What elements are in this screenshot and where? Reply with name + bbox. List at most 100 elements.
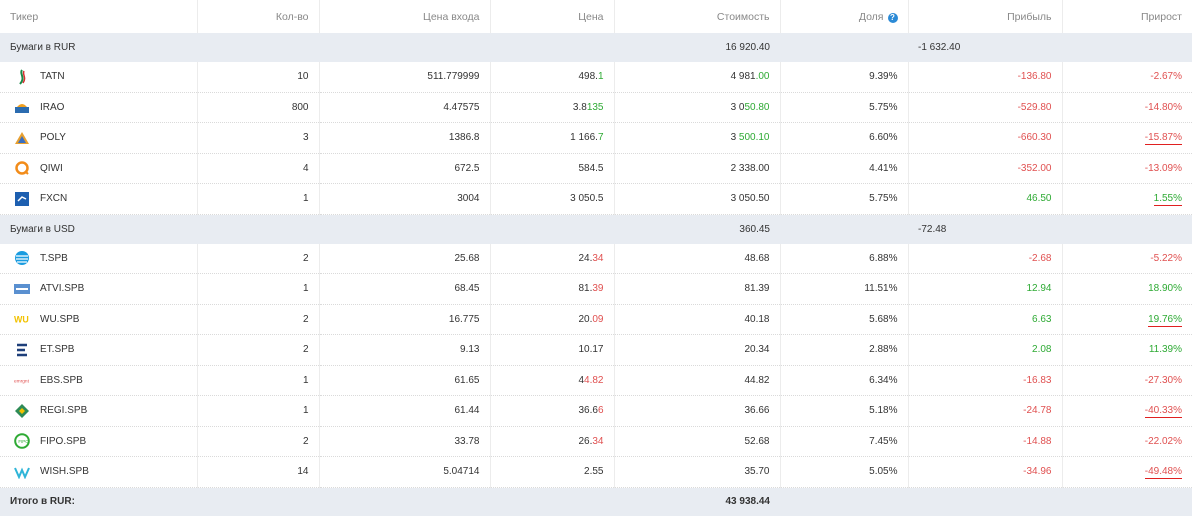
ticker-cell[interactable]: TATN xyxy=(0,62,198,93)
column-header-price[interactable]: Цена xyxy=(490,0,615,33)
column-header-profit[interactable]: Прибыль xyxy=(908,0,1063,33)
group-value: 360.45 xyxy=(614,214,780,244)
column-header-qty[interactable]: Кол-во xyxy=(197,0,320,33)
question-circle-icon[interactable]: ? xyxy=(887,12,898,23)
value-cell-main: 3 050.50 xyxy=(730,193,770,205)
polymetal-logo-icon xyxy=(14,130,30,146)
ticker-cell[interactable]: REGI.SPB xyxy=(0,395,198,427)
table-row[interactable]: emrgnt EBS.SPB 1 61.65 44.82 44.82 6.34% -16.83… xyxy=(0,365,1192,396)
price-cell: 81.39 xyxy=(490,273,615,305)
emergent-logo-icon: emrgnt xyxy=(14,372,30,388)
ticker-cell[interactable]: T.SPB xyxy=(0,243,198,274)
empty-cell xyxy=(319,214,490,244)
table-row[interactable]: FIPO FIPO.SPB 2 33.78 26.34 52.68 7.45% -14.88-… xyxy=(0,426,1192,457)
ticker-label[interactable]: EBS.SPB xyxy=(40,375,83,386)
table-row[interactable]: ATVI.SPB 1 68.45 81.39 81.39 11.51% 12.94 18.90… xyxy=(0,273,1192,305)
table-row[interactable]: T.SPB 2 25.68 24.34 48.68 6.88% -2.68 -5.22% xyxy=(0,243,1192,274)
column-header-entry-price[interactable]: Цена входа xyxy=(319,0,491,33)
value-cell: 4 981.00 xyxy=(614,62,781,93)
table-row[interactable]: ET.SPB 2 9.13 10.17 20.34 2.88% 2.08 11.39% xyxy=(0,334,1192,366)
profit-cell: -660.30 xyxy=(908,122,1063,154)
price-cell-main: 26. xyxy=(578,435,593,447)
growth-cell: 19.76% xyxy=(1062,304,1192,335)
table-row[interactable]: QIWI 4 672.5 584.5 2 338.00 4.41% -352.00 -13.0… xyxy=(0,153,1192,184)
ticker-label[interactable]: IRAO xyxy=(40,102,64,113)
price-cell-changed-digits: 09 xyxy=(592,313,604,325)
ticker-label[interactable]: TATN xyxy=(40,71,65,82)
growth-cell: 18.90% xyxy=(1062,273,1192,305)
ticker-cell[interactable]: IRAO xyxy=(0,92,198,123)
table-row[interactable]: IRAO 800 4.47575 3.8135 3 050.80 5.75% -529.80… xyxy=(0,92,1192,123)
empty-cell xyxy=(780,487,908,516)
table-row[interactable]: TATN 10 511.779999 498.1 4 981.00 9.39% -136.8… xyxy=(0,62,1192,93)
ticker-cell[interactable]: FIPO FIPO.SPB xyxy=(0,426,198,457)
column-header-share[interactable]: Доля? xyxy=(780,0,909,33)
value-cell: 20.34 xyxy=(614,334,781,366)
ticker-label[interactable]: REGI.SPB xyxy=(40,405,87,416)
share-cell: 6.34% xyxy=(780,365,909,396)
fipo-logo-icon: FIPO xyxy=(14,433,30,450)
value-cell: 44.82 xyxy=(614,365,781,396)
value-cell-main: 4 981 xyxy=(730,71,756,83)
growth-value: 19.76% xyxy=(1148,313,1182,327)
group-label: Бумаги в RUR xyxy=(0,33,197,62)
profit-cell: -34.96 xyxy=(908,456,1063,488)
ticker-cell[interactable]: emrgnt EBS.SPB xyxy=(0,365,198,396)
inter-rao-logo-icon xyxy=(14,99,30,115)
price-cell-changed-digits: 34 xyxy=(592,435,604,447)
ticker-cell[interactable]: ET.SPB xyxy=(0,334,198,366)
price-cell-changed-digits: 135 xyxy=(586,101,604,113)
price-cell: 584.5 xyxy=(490,153,615,184)
growth-value: -40.33% xyxy=(1144,405,1182,419)
ticker-label[interactable]: WISH.SPB xyxy=(40,466,89,477)
value-cell-main: 81.39 xyxy=(744,283,770,295)
table-row[interactable]: WISH.SPB 14 5.04714 2.55 35.70 5.05% -34.96 -49… xyxy=(0,456,1192,488)
entry-price-cell: 511.779999 xyxy=(319,62,491,93)
table-row[interactable]: POLY 3 1386.8 1 166.7 3 500.10 6.60% -660.30 -1… xyxy=(0,122,1192,154)
table-row[interactable]: WU WU.SPB 2 16.775 20.09 40.18 5.68% 6.63 19.76% xyxy=(0,304,1192,335)
entry-price-cell: 672.5 xyxy=(319,153,491,184)
entry-price-cell: 9.13 xyxy=(319,334,491,366)
ticker-label[interactable]: FXCN xyxy=(40,193,67,204)
ticker-cell[interactable]: ATVI.SPB xyxy=(0,273,198,305)
ticker-cell[interactable]: POLY xyxy=(0,122,198,154)
share-cell: 6.88% xyxy=(780,243,909,274)
entry-price-cell: 16.775 xyxy=(319,304,491,335)
share-cell: 5.75% xyxy=(780,183,909,215)
ticker-label[interactable]: WU.SPB xyxy=(40,314,79,325)
ticker-cell[interactable]: WU WU.SPB xyxy=(0,304,198,335)
price-cell-changed-digits: 6 xyxy=(597,405,604,417)
ticker-cell[interactable]: FXCN xyxy=(0,183,198,215)
column-header-growth[interactable]: Прирост xyxy=(1062,0,1192,33)
ticker-label[interactable]: POLY xyxy=(40,132,66,143)
share-cell: 5.05% xyxy=(780,456,909,488)
table-row[interactable]: REGI.SPB 1 61.44 36.66 36.66 5.18% -24.78 -40.3… xyxy=(0,395,1192,427)
share-cell: 5.18% xyxy=(780,395,909,427)
profit-cell: -2.68 xyxy=(908,243,1063,274)
qty-cell: 1 xyxy=(197,183,320,215)
column-header-value[interactable]: Стоимость xyxy=(614,0,781,33)
table-row[interactable]: FXCN 1 3004 3 050.5 3 050.50 5.75% 46.50 1.55% xyxy=(0,183,1192,215)
column-header-share-label: Доля xyxy=(858,10,884,23)
ticker-label[interactable]: QIWI xyxy=(40,163,63,174)
ticker-cell[interactable]: QIWI xyxy=(0,153,198,184)
growth-value: -22.02% xyxy=(1144,435,1182,447)
ticker-label[interactable]: ET.SPB xyxy=(40,344,74,355)
growth-cell: 1.55% xyxy=(1062,183,1192,215)
value-cell: 40.18 xyxy=(614,304,781,335)
price-cell-main: 20. xyxy=(578,313,593,325)
empty-cell xyxy=(197,487,319,516)
ticker-label[interactable]: ATVI.SPB xyxy=(40,283,84,294)
column-header-ticker[interactable]: Тикер xyxy=(0,0,198,33)
price-cell: 26.34 xyxy=(490,426,615,457)
value-cell: 48.68 xyxy=(614,243,781,274)
ticker-label[interactable]: T.SPB xyxy=(40,253,68,264)
ticker-label[interactable]: FIPO.SPB xyxy=(40,436,86,447)
value-cell-main: 52.68 xyxy=(744,435,770,447)
ticker-cell[interactable]: WISH.SPB xyxy=(0,456,198,488)
energy-transfer-logo-icon xyxy=(14,342,30,358)
growth-value: -2.67% xyxy=(1150,71,1182,83)
value-cell-main: 40.18 xyxy=(744,313,770,325)
growth-cell: -40.33% xyxy=(1062,395,1192,427)
price-cell-main: 36.6 xyxy=(578,405,598,417)
